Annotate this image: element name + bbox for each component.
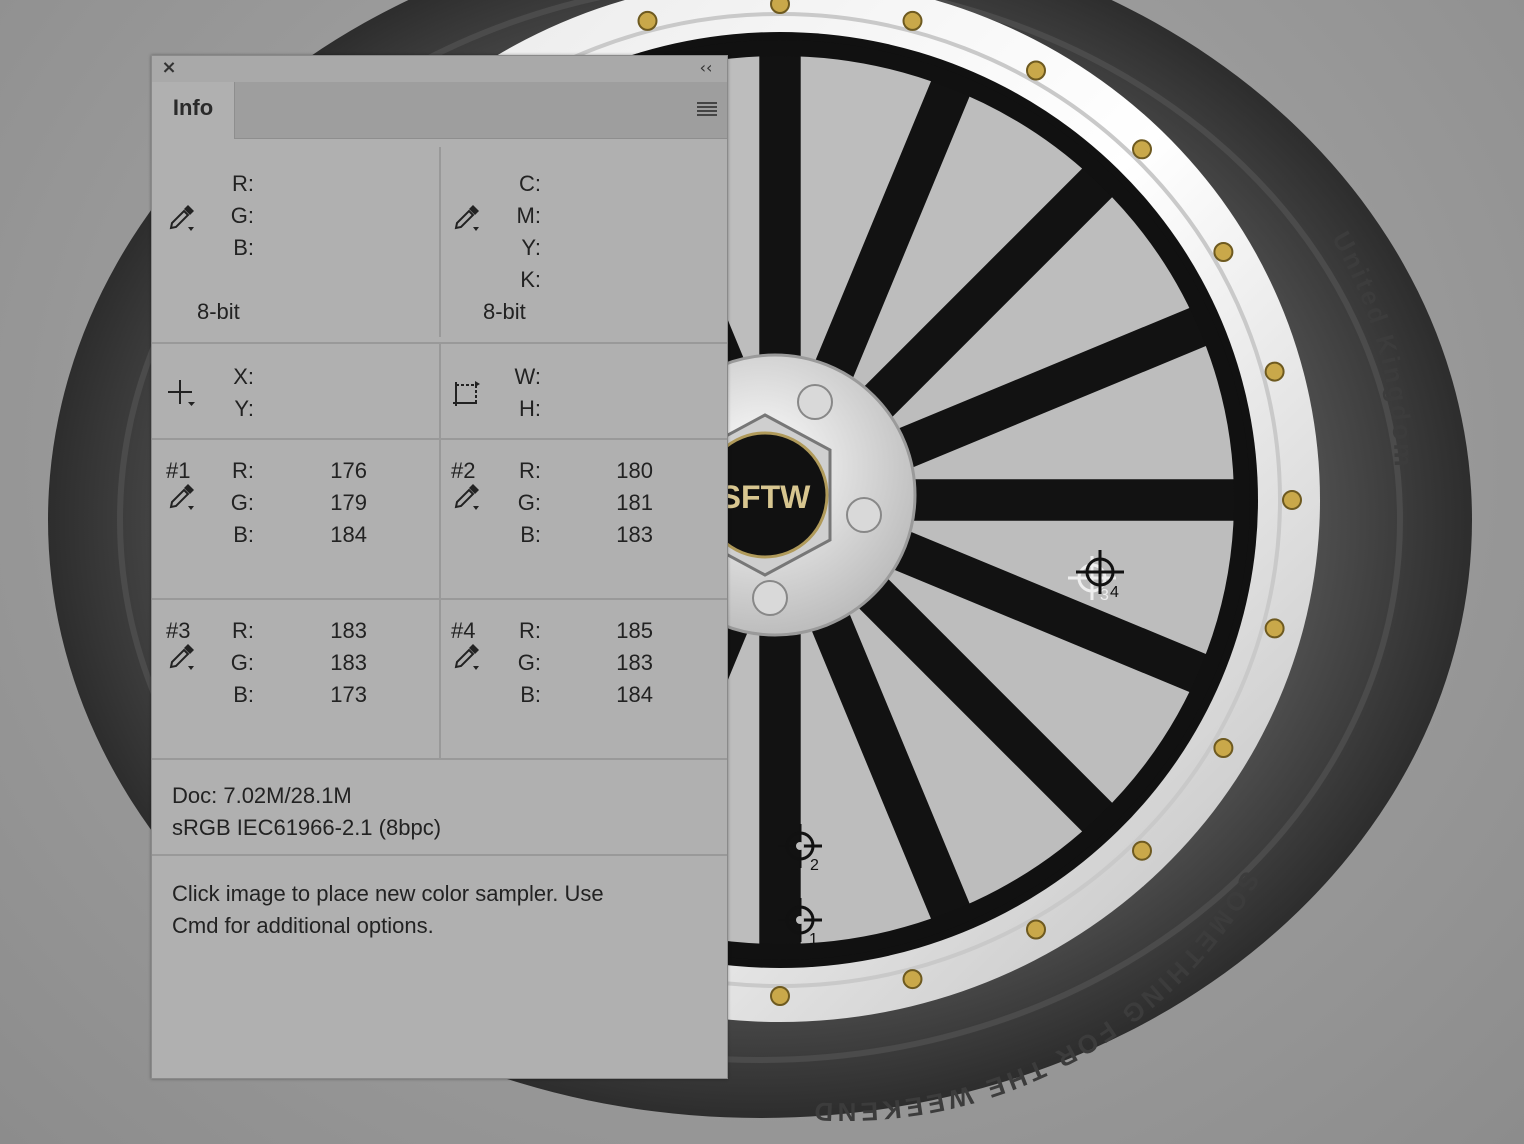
rgb-readout: R: G: B: 8-bit bbox=[152, 139, 439, 339]
rim-rivet bbox=[770, 0, 790, 14]
r-value: 185 bbox=[616, 618, 653, 643]
x-label: X: bbox=[233, 364, 254, 389]
r-label: R: bbox=[232, 458, 254, 483]
r-label: R: bbox=[519, 458, 541, 483]
hint-text-line-1: Click image to place new color sampler. … bbox=[172, 881, 604, 906]
cmyk-readout: C: M: Y: K: 8-bit bbox=[441, 139, 728, 339]
eyedropper-icon[interactable] bbox=[451, 640, 483, 672]
b-value: 184 bbox=[330, 522, 367, 547]
b-value: 183 bbox=[616, 522, 653, 547]
svg-text:1: 1 bbox=[809, 931, 818, 948]
r-label: R: bbox=[232, 171, 254, 196]
rim-rivet bbox=[902, 969, 923, 990]
rim-rivet bbox=[770, 986, 790, 1006]
color-readout-section: R: G: B: 8-bit C: M: Y: K: 8-bit bbox=[152, 139, 727, 344]
wheel-spoke bbox=[908, 479, 1240, 521]
g-value: 179 bbox=[330, 490, 367, 515]
h-label: H: bbox=[519, 396, 541, 421]
r-value: 183 bbox=[330, 618, 367, 643]
eyedropper-icon[interactable] bbox=[166, 480, 198, 512]
sampler-2-readout: #2 R: G: B: 180 181 183 bbox=[441, 440, 728, 598]
b-label: B: bbox=[233, 235, 254, 260]
w-label: W: bbox=[514, 364, 541, 389]
b-value: 184 bbox=[616, 682, 653, 707]
doc-size-text: Doc: 7.02M/28.1M bbox=[172, 783, 352, 808]
eyedropper-icon[interactable] bbox=[451, 201, 483, 233]
rim-rivet bbox=[1264, 361, 1285, 382]
rim-rivet bbox=[1026, 60, 1046, 81]
rim-rivet bbox=[902, 10, 923, 31]
samplers-row-2: #3 R: G: B: 183 183 173 #4 R: G: B: 185 bbox=[152, 600, 727, 760]
wh-readout: W: H: bbox=[441, 344, 728, 438]
b-label: B: bbox=[233, 522, 254, 547]
b-label: B: bbox=[233, 682, 254, 707]
rim-rivet bbox=[637, 10, 658, 31]
color-profile-text: sRGB IEC61966-2.1 (8bpc) bbox=[172, 815, 442, 840]
xy-readout: X: Y: bbox=[152, 344, 439, 438]
g-value: 183 bbox=[616, 650, 653, 675]
rim-rivet bbox=[1026, 919, 1046, 940]
r-value: 176 bbox=[330, 458, 367, 483]
g-label: G: bbox=[517, 650, 541, 675]
wheel-spoke bbox=[759, 40, 801, 372]
tab-info[interactable]: Info bbox=[152, 82, 235, 139]
b-value: 173 bbox=[330, 682, 367, 707]
selection-size-icon bbox=[453, 381, 480, 406]
eyedropper-icon[interactable] bbox=[166, 201, 198, 233]
g-label: G: bbox=[230, 203, 254, 228]
rim-rivet bbox=[1264, 618, 1285, 639]
b-label: B: bbox=[520, 522, 541, 547]
info-panel: × ‹‹ Info R: G: B: 8-bit C: M: Y: K: 8-b… bbox=[151, 55, 728, 1079]
sampler-3-readout: #3 R: G: B: 183 183 173 bbox=[152, 600, 439, 758]
sampler-1-readout: #1 R: G: B: 176 179 184 bbox=[152, 440, 439, 598]
rim-rivet bbox=[1213, 738, 1234, 758]
g-value: 181 bbox=[616, 490, 653, 515]
rim-rivet bbox=[1282, 490, 1302, 510]
eyedropper-icon[interactable] bbox=[451, 480, 483, 512]
y-label: Y: bbox=[234, 396, 254, 421]
svg-text:SFTW: SFTW bbox=[720, 479, 811, 515]
panel-menu-icon[interactable] bbox=[697, 102, 717, 116]
close-panel-button[interactable]: × bbox=[160, 59, 178, 77]
m-label: M: bbox=[516, 203, 541, 228]
rim-rivet bbox=[1213, 242, 1234, 262]
svg-text:2: 2 bbox=[810, 857, 819, 874]
bit-depth-label: 8-bit bbox=[197, 299, 240, 324]
g-label: G: bbox=[517, 490, 541, 515]
r-value: 180 bbox=[616, 458, 653, 483]
eyedropper-icon[interactable] bbox=[166, 640, 198, 672]
g-label: G: bbox=[230, 490, 254, 515]
k-label: K: bbox=[520, 267, 541, 292]
svg-text:4: 4 bbox=[1110, 584, 1119, 601]
samplers-row-1: #1 R: G: B: 176 179 184 #2 R: G: B: 180 bbox=[152, 440, 727, 600]
g-label: G: bbox=[230, 650, 254, 675]
document-info-section: Doc: 7.02M/28.1M sRGB IEC61966-2.1 (8bpc… bbox=[152, 760, 727, 856]
r-label: R: bbox=[232, 618, 254, 643]
hint-section: Click image to place new color sampler. … bbox=[152, 856, 727, 1076]
sampler-4-readout: #4 R: G: B: 185 183 184 bbox=[441, 600, 728, 758]
collapse-panel-button[interactable]: ‹‹ bbox=[695, 59, 717, 77]
y-label: Y: bbox=[521, 235, 541, 260]
hint-text-line-2: Cmd for additional options. bbox=[172, 913, 434, 938]
r-label: R: bbox=[519, 618, 541, 643]
position-size-section: X: Y: W: H: bbox=[152, 344, 727, 440]
rim-rivet bbox=[1132, 840, 1152, 861]
panel-tabbar: Info bbox=[152, 82, 727, 139]
panel-titlebar[interactable]: × ‹‹ bbox=[152, 56, 727, 83]
crosshair-icon bbox=[168, 380, 195, 406]
g-value: 183 bbox=[330, 650, 367, 675]
c-label: C: bbox=[519, 171, 541, 196]
rim-rivet bbox=[1132, 139, 1152, 160]
bit-depth-label: 8-bit bbox=[483, 299, 526, 324]
b-label: B: bbox=[520, 682, 541, 707]
